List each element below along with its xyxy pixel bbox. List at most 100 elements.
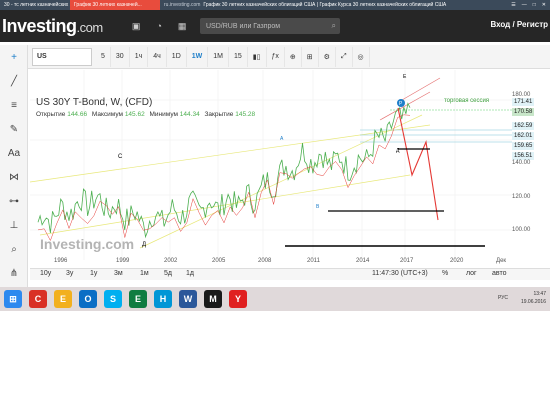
close-icon[interactable]: ✕ xyxy=(542,2,546,8)
channel-line-upper xyxy=(29,124,431,183)
layout-icon[interactable]: ⊞ xyxy=(302,46,319,67)
year-tick: 2017 xyxy=(400,258,414,264)
investing-logo[interactable]: Investing.com xyxy=(2,16,103,37)
chart-title: US 30Y T-Bond, W, (CFD) xyxy=(36,97,153,108)
settings-icon[interactable]: ⚙ xyxy=(319,46,336,67)
price-box: 159.65 xyxy=(512,142,535,150)
session-label: торговая сессия xyxy=(444,98,490,104)
hp-taskbar-icon[interactable]: H xyxy=(154,290,172,308)
clock[interactable]: 13:47 19.06.2016 xyxy=(521,290,546,306)
price-axis: 180.00 171.41 170.58 162.59 162.01 159.6… xyxy=(512,92,550,266)
menu-icon[interactable]: ☰ xyxy=(511,2,515,8)
url-title: График 30 летних казначейских облигаций … xyxy=(203,2,447,8)
interval-15[interactable]: 15 xyxy=(229,46,248,67)
period-1y[interactable]: 1y xyxy=(90,270,97,277)
horizontal-line-icon[interactable]: ≡ xyxy=(0,93,28,117)
search-input[interactable]: USD/RUB или Газпром ⌕ xyxy=(200,18,340,34)
alert-icon[interactable]: ◔ xyxy=(154,21,165,32)
media-taskbar-icon[interactable]: M xyxy=(204,290,222,308)
year-tick: 1999 xyxy=(116,258,130,264)
year-tick: 1996 xyxy=(54,258,68,264)
interval-1d[interactable]: 1D xyxy=(167,46,187,67)
address-bar[interactable]: ru.investing.com График 30 летних казнач… xyxy=(160,2,507,8)
period-1d[interactable]: 1д xyxy=(186,270,194,277)
search-icon[interactable]: ⌕ xyxy=(332,21,336,31)
outlook-taskbar-icon[interactable]: O xyxy=(79,290,97,308)
browser-tab-2[interactable]: График 30 летних казначей... xyxy=(70,0,160,10)
price-series-down xyxy=(37,114,411,242)
interval-1m[interactable]: 1M xyxy=(208,46,229,67)
wave-label-d1: Д xyxy=(142,242,146,248)
interval-30[interactable]: 30 xyxy=(111,46,130,67)
log-toggle[interactable]: лог xyxy=(466,270,477,277)
auto-toggle[interactable]: авто xyxy=(492,270,506,277)
os-taskbar: ⊞ CEOSEHWMY РУС 13:47 19.06.2016 xyxy=(0,287,550,311)
start-icon[interactable]: ⊞ xyxy=(4,290,22,308)
period-5d[interactable]: 5д xyxy=(164,270,172,277)
crosshair-icon[interactable]: + xyxy=(0,45,28,69)
wave-label-c1: С xyxy=(118,154,123,160)
skype-taskbar-icon[interactable]: S xyxy=(104,290,122,308)
brush-icon[interactable]: ✎ xyxy=(0,117,28,141)
chart-type-icon[interactable]: ▮▯ xyxy=(248,46,267,67)
period-10y[interactable]: 10y xyxy=(40,270,51,277)
price-tick: 120.00 xyxy=(512,194,531,200)
excel-taskbar-icon[interactable]: E xyxy=(129,290,147,308)
channel-line-lower xyxy=(39,174,411,236)
price-box: 162.01 xyxy=(512,132,535,140)
zoom-icon[interactable]: ⌕ xyxy=(0,237,28,261)
minimize-icon[interactable]: — xyxy=(522,2,527,8)
yandex-taskbar-icon[interactable]: Y xyxy=(229,290,247,308)
year-tick: 2020 xyxy=(450,258,464,264)
briefcase-icon[interactable]: ▣ xyxy=(131,21,142,32)
percent-toggle[interactable]: % xyxy=(442,270,448,277)
word-taskbar-icon[interactable]: W xyxy=(179,290,197,308)
camera-icon[interactable]: ◎ xyxy=(353,46,370,67)
interval-5[interactable]: 5 xyxy=(96,46,111,67)
browser-tab-1[interactable]: 30 - тс летних казначейских xyxy=(0,0,70,10)
year-tick: Дек xyxy=(496,258,507,264)
wave-label-e: Е xyxy=(403,74,407,80)
fib-tool-icon[interactable]: ⊶ xyxy=(0,189,28,213)
price-box: 156.51 xyxy=(512,152,535,160)
fullscreen-icon[interactable]: ⤢ xyxy=(336,46,353,67)
measure-icon[interactable]: ⊥ xyxy=(0,213,28,237)
url-domain: ru.investing.com xyxy=(164,2,201,8)
price-tick: 100.00 xyxy=(512,227,531,233)
chart-time: 11:47:30 (UTC+3) xyxy=(372,270,428,277)
symbol-input[interactable]: US xyxy=(32,47,92,66)
explorer-taskbar-icon[interactable]: E xyxy=(54,290,72,308)
period-1m[interactable]: 1м xyxy=(140,270,149,277)
forecast-line xyxy=(397,107,439,221)
price-tick: 140.00 xyxy=(512,160,531,166)
price-series xyxy=(37,102,411,239)
interval-1h[interactable]: 1ч xyxy=(130,46,149,67)
wave-label-a: А xyxy=(280,136,284,142)
chrome-taskbar-icon[interactable]: C xyxy=(29,290,47,308)
interval-1w[interactable]: 1W xyxy=(187,46,209,67)
browser-tab-bar: 30 - тс летних казначейских График 30 ле… xyxy=(0,0,550,10)
compare-icon[interactable]: ⊕ xyxy=(285,46,302,67)
interval-4h[interactable]: 4ч xyxy=(148,46,167,67)
tray-language[interactable]: РУС xyxy=(498,295,508,301)
year-tick: 2011 xyxy=(307,258,320,264)
magnet-icon[interactable]: ⋔ xyxy=(0,261,28,285)
period-3m[interactable]: 3м xyxy=(114,270,123,277)
pattern-tool-icon[interactable]: ⋈ xyxy=(0,165,28,189)
indicators-icon[interactable]: ƒx xyxy=(267,46,285,67)
year-tick: 2002 xyxy=(164,258,178,264)
time-axis: 1996 1999 2002 2005 2008 2011 2014 2017 … xyxy=(30,258,520,268)
year-tick: 2005 xyxy=(212,258,226,264)
ohlc-values: Открытие 144.66 Максимум 145.62 Минимум … xyxy=(36,111,256,118)
line-tool-icon[interactable]: ╱ xyxy=(0,69,28,93)
maximize-icon[interactable]: □ xyxy=(533,2,536,8)
login-link[interactable]: Вход / Регистр xyxy=(490,20,548,29)
chart-toolbar: US 5 30 1ч 4ч 1D 1W 1M 15 ▮▯ ƒx ⊕ ⊞ ⚙ ⤢ … xyxy=(0,45,550,69)
calendar-icon[interactable]: ▦ xyxy=(177,21,188,32)
drawing-toolbar: + ╱ ≡ ✎ Aa ⋈ ⊶ ⊥ ⌕ ⋔ xyxy=(0,45,28,287)
text-tool-icon[interactable]: Aa xyxy=(0,141,28,165)
period-3y[interactable]: 3y xyxy=(66,270,73,277)
wave-label-b: В xyxy=(316,204,320,210)
year-tick: 2008 xyxy=(258,258,272,264)
price-box: 171.41 xyxy=(512,98,535,106)
